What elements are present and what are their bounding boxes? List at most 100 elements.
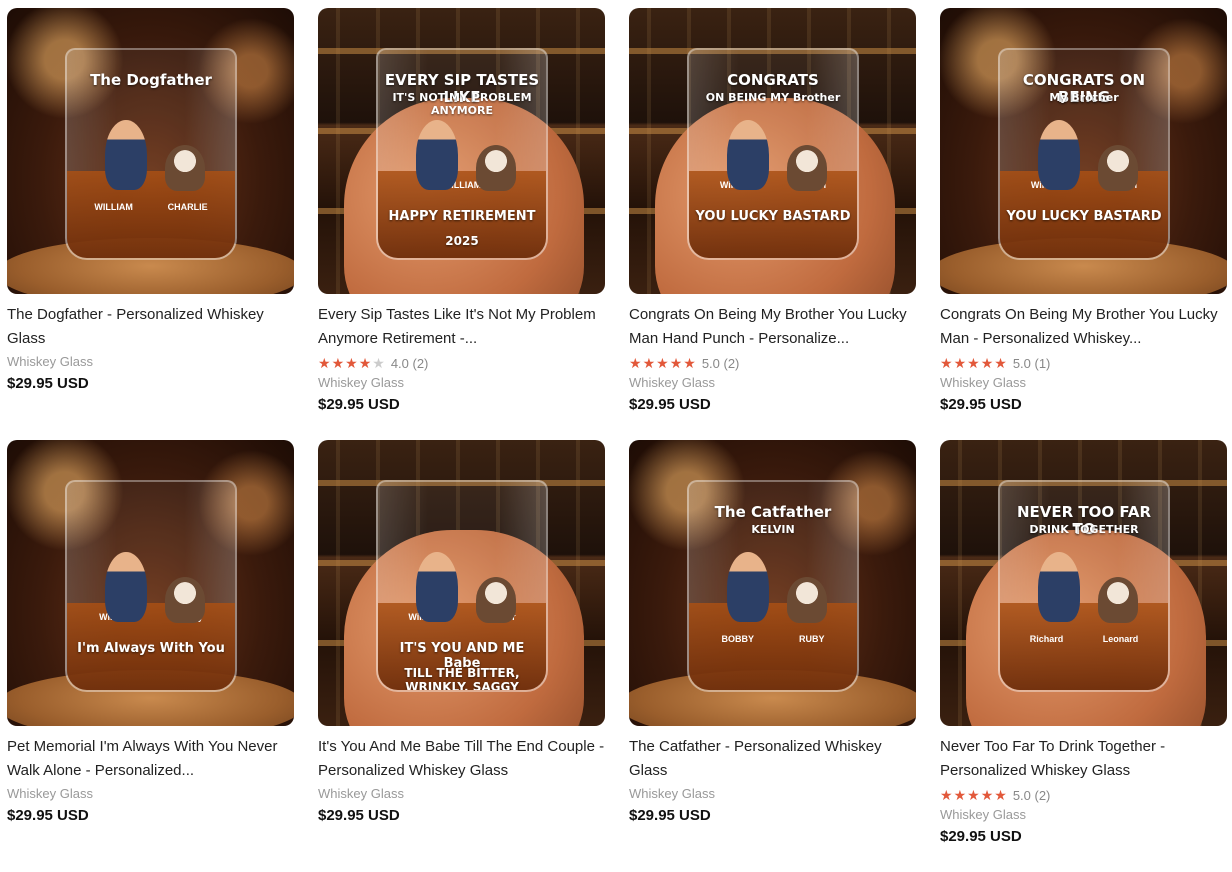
character-illustration bbox=[105, 120, 147, 190]
product-price: $29.95 USD bbox=[940, 396, 1022, 413]
character-illustration bbox=[105, 552, 147, 622]
glass-names: WILLIAM CHARLIE bbox=[77, 202, 225, 212]
whiskey-glass-graphic: The Catfather KELVIN BOBBY RUBY bbox=[687, 480, 859, 692]
product-category: Whiskey Glass bbox=[318, 786, 404, 801]
glass-print-text: The Dogfather bbox=[90, 71, 212, 89]
glass-print-text: HAPPY RETIREMENT bbox=[388, 209, 536, 224]
product-price: $29.95 USD bbox=[318, 396, 400, 413]
character-illustration bbox=[727, 120, 769, 190]
glass-name: CHARLIE bbox=[167, 202, 208, 212]
product-title[interactable]: Congrats On Being My Brother You Lucky M… bbox=[629, 303, 916, 351]
star-icon: ★ bbox=[331, 355, 345, 371]
character-illustration bbox=[416, 120, 458, 190]
star-rating: ★ ★ ★ ★ ★ bbox=[318, 356, 385, 370]
star-icon: ★ bbox=[318, 355, 331, 371]
product-image[interactable]: CONGRATS ON BEING My Brother YOU LUCKY BAS… bbox=[940, 8, 1227, 294]
product-title[interactable]: It's You And Me Babe Till The End Couple… bbox=[318, 735, 605, 783]
star-icon: ★ bbox=[980, 355, 994, 371]
pet-illustration bbox=[165, 577, 205, 623]
product-price: $29.95 USD bbox=[7, 375, 89, 392]
product-image[interactable]: IT'S YOU AND ME Babe TILL THE BITTER, WRI… bbox=[318, 440, 605, 726]
glass-names: BOBBY RUBY bbox=[699, 634, 847, 644]
glass-name: RUBY bbox=[798, 634, 825, 644]
star-icon: ★ bbox=[940, 787, 953, 803]
whiskey-glass-graphic: CONGRATS ON BEING My Brother YOU LUCKY BAS… bbox=[998, 48, 1170, 260]
rating-text: 5.0 (1) bbox=[1012, 355, 1051, 371]
star-icon: ★ bbox=[953, 787, 967, 803]
pet-illustration bbox=[787, 577, 827, 623]
star-icon: ★ bbox=[629, 355, 642, 371]
rating-text: 5.0 (2) bbox=[701, 355, 740, 371]
product-title[interactable]: Every Sip Tastes Like It's Not My Proble… bbox=[318, 303, 605, 351]
product-card[interactable]: EVERY SIP TASTES LIKE IT'S NOT MY PROBLEM… bbox=[318, 8, 605, 440]
whiskey-glass-graphic: I'm Always With YouWilliamBuddy bbox=[65, 480, 237, 692]
product-category: Whiskey Glass bbox=[318, 375, 404, 390]
product-price: $29.95 USD bbox=[318, 807, 400, 824]
star-rating: ★ ★ ★ ★ ★ bbox=[940, 356, 1007, 370]
product-card[interactable]: NEVER TOO FAR TO DRINK TOGETHER Richard Leo… bbox=[940, 440, 1227, 872]
star-icon: ★ bbox=[994, 787, 1007, 803]
product-category: Whiskey Glass bbox=[940, 807, 1026, 822]
rating: ★ ★ ★ ★ ★ 4.0 (2) bbox=[318, 353, 605, 373]
whiskey-glass-graphic: CONGRATS ON BEING MY Brother YOU LUCKY BAS… bbox=[687, 48, 859, 260]
product-title[interactable]: Congrats On Being My Brother You Lucky M… bbox=[940, 303, 1227, 351]
glass-print-text: DRINK TOGETHER bbox=[1029, 523, 1139, 536]
product-image[interactable]: I'm Always With YouWilliamBuddy bbox=[7, 440, 294, 726]
glass-print-text: TILL THE BITTER, WRINKLY, SAGGY END... bbox=[404, 666, 520, 692]
character-illustration bbox=[1038, 552, 1080, 622]
character-illustration bbox=[1038, 120, 1080, 190]
star-rating: ★ ★ ★ ★ ★ bbox=[629, 356, 696, 370]
rating-text: 4.0 (2) bbox=[390, 355, 429, 371]
glass-name: Leonard bbox=[1102, 634, 1139, 644]
glass-print-text: CONGRATS bbox=[727, 71, 819, 89]
product-category: Whiskey Glass bbox=[629, 786, 715, 801]
product-price: $29.95 USD bbox=[629, 396, 711, 413]
product-title[interactable]: The Catfather - Personalized Whiskey Gla… bbox=[629, 735, 916, 783]
product-image[interactable]: NEVER TOO FAR TO DRINK TOGETHER Richard Leo… bbox=[940, 440, 1227, 726]
pet-illustration bbox=[476, 577, 516, 623]
star-icon: ★ bbox=[953, 355, 967, 371]
pet-illustration bbox=[1098, 145, 1138, 191]
glass-print-text: ON BEING MY Brother bbox=[705, 91, 841, 104]
star-icon: ★ bbox=[683, 355, 696, 371]
pet-illustration bbox=[165, 145, 205, 191]
product-image[interactable]: The Dogfather WILLIAM CHARLIE bbox=[7, 8, 294, 294]
star-icon: ★ bbox=[669, 355, 683, 371]
product-card[interactable]: I'm Always With YouWilliamBuddy Pet Memor… bbox=[7, 440, 294, 872]
glass-print-text: YOU LUCKY BASTARD bbox=[695, 209, 851, 224]
glass-name: WILLIAM bbox=[94, 202, 133, 212]
glass-print-text: I'm Always With You bbox=[77, 641, 225, 656]
character-illustration bbox=[416, 552, 458, 622]
product-card[interactable]: IT'S YOU AND ME Babe TILL THE BITTER, WRI… bbox=[318, 440, 605, 872]
product-card[interactable]: CONGRATS ON BEING MY Brother YOU LUCKY BAS… bbox=[629, 8, 916, 440]
star-rating: ★ ★ ★ ★ ★ bbox=[940, 788, 1007, 802]
product-image[interactable]: EVERY SIP TASTES LIKE IT'S NOT MY PROBLEM… bbox=[318, 8, 605, 294]
star-icon: ★ bbox=[940, 355, 953, 371]
product-price: $29.95 USD bbox=[940, 828, 1022, 845]
pet-illustration bbox=[1098, 577, 1138, 623]
character-illustration bbox=[727, 552, 769, 622]
star-icon: ★ bbox=[345, 355, 358, 371]
product-card[interactable]: The Dogfather WILLIAM CHARLIE The Dogfather… bbox=[7, 8, 294, 440]
product-category: Whiskey Glass bbox=[629, 375, 715, 390]
star-icon: ★ bbox=[980, 787, 994, 803]
rating-text: 5.0 (2) bbox=[1012, 787, 1051, 803]
whiskey-glass-graphic: NEVER TOO FAR TO DRINK TOGETHER Richard Leo… bbox=[998, 480, 1170, 692]
product-image[interactable]: CONGRATS ON BEING MY Brother YOU LUCKY BAS… bbox=[629, 8, 916, 294]
star-icon: ★ bbox=[358, 355, 372, 371]
product-price: $29.95 USD bbox=[629, 807, 711, 824]
product-card[interactable]: The Catfather KELVIN BOBBY RUBY The Catfathe… bbox=[629, 440, 916, 872]
product-price: $29.95 USD bbox=[7, 807, 89, 824]
product-image[interactable]: The Catfather KELVIN BOBBY RUBY bbox=[629, 440, 916, 726]
glass-print-text: My Brother bbox=[1049, 91, 1119, 104]
product-title[interactable]: Pet Memorial I'm Always With You Never W… bbox=[7, 735, 294, 783]
star-icon: ★ bbox=[967, 787, 980, 803]
star-icon: ★ bbox=[967, 355, 980, 371]
product-card[interactable]: CONGRATS ON BEING My Brother YOU LUCKY BAS… bbox=[940, 8, 1227, 440]
product-title[interactable]: The Dogfather - Personalized Whiskey Gla… bbox=[7, 303, 294, 351]
pet-illustration bbox=[787, 145, 827, 191]
glass-print-text: YOU LUCKY BASTARD bbox=[1006, 209, 1162, 224]
product-grid: The Dogfather WILLIAM CHARLIE The Dogfather… bbox=[7, 8, 1227, 872]
product-title[interactable]: Never Too Far To Drink Together - Person… bbox=[940, 735, 1227, 783]
rating: ★ ★ ★ ★ ★ 5.0 (1) bbox=[940, 353, 1227, 373]
